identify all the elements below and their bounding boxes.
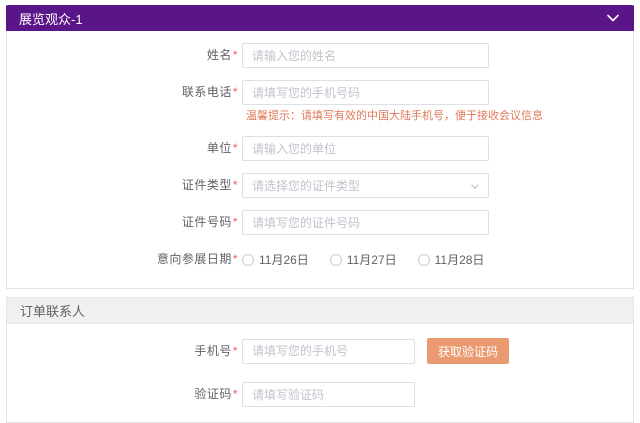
phone-input[interactable] — [242, 80, 489, 105]
visitor-section-header[interactable]: 展览观众-1 — [6, 5, 634, 31]
organization-label: 单位* — [7, 136, 242, 161]
id-type-select-placeholder: 请选择您的证件类型 — [252, 177, 360, 194]
phone-label: 联系电话* — [7, 80, 242, 105]
id-type-select[interactable]: 请选择您的证件类型 — [242, 173, 489, 198]
visit-date-option-3[interactable]: 11月28日 — [418, 251, 485, 268]
visitor-section-title: 展览观众-1 — [19, 9, 83, 28]
visitor-section-card: 展览观众-1 姓名* 联系电话* 温馨提示：请填写有效的中国大陆手机号，便于接收… — [6, 5, 634, 289]
radio-unchecked-icon — [242, 254, 254, 266]
required-mark: * — [233, 387, 238, 401]
required-mark: * — [233, 215, 238, 229]
get-verification-code-button[interactable]: 获取验证码 — [427, 338, 509, 364]
required-mark: * — [233, 252, 238, 266]
phone-hint-text: 温馨提示：请填写有效的中国大陆手机号，便于接收会议信息 — [246, 109, 543, 124]
mobile-row: 手机号* 获取验证码 — [7, 338, 633, 364]
order-contact-header: 订单联系人 — [7, 298, 633, 324]
captcha-label: 验证码* — [7, 382, 242, 407]
organization-row: 单位* — [7, 136, 633, 161]
phone-row: 联系电话* — [7, 80, 633, 105]
order-contact-form: 手机号* 获取验证码 验证码* — [7, 324, 633, 407]
visit-date-option-2[interactable]: 11月27日 — [330, 251, 397, 268]
required-mark: * — [233, 85, 238, 99]
phone-hint-row: 温馨提示：请填写有效的中国大陆手机号，便于接收会议信息 — [7, 109, 633, 124]
visit-date-row: 意向参展日期* 11月26日 11月27日 11月28日 — [7, 247, 633, 272]
radio-unchecked-icon — [330, 254, 342, 266]
select-caret-icon — [471, 181, 479, 189]
id-number-row: 证件号码* — [7, 210, 633, 235]
chevron-down-icon[interactable] — [605, 10, 621, 26]
id-type-row: 证件类型* 请选择您的证件类型 — [7, 173, 633, 198]
registration-page: 展览观众-1 姓名* 联系电话* 温馨提示：请填写有效的中国大陆手机号，便于接收… — [0, 0, 640, 414]
id-number-input[interactable] — [242, 210, 489, 235]
mobile-label: 手机号* — [7, 339, 242, 364]
id-number-label: 证件号码* — [7, 210, 242, 235]
organization-input[interactable] — [242, 136, 489, 161]
radio-unchecked-icon — [418, 254, 430, 266]
name-input[interactable] — [242, 43, 489, 68]
id-type-label: 证件类型* — [7, 173, 242, 198]
name-label: 姓名* — [7, 43, 242, 68]
name-row: 姓名* — [7, 43, 633, 68]
captcha-input[interactable] — [242, 382, 415, 407]
required-mark: * — [233, 344, 238, 358]
captcha-row: 验证码* — [7, 382, 633, 407]
required-mark: * — [233, 141, 238, 155]
order-contact-title: 订单联系人 — [20, 301, 85, 320]
order-contact-card: 订单联系人 手机号* 获取验证码 验证码* — [6, 297, 634, 423]
visit-date-option-1[interactable]: 11月26日 — [242, 251, 309, 268]
required-mark: * — [233, 48, 238, 62]
visitor-form: 姓名* 联系电话* 温馨提示：请填写有效的中国大陆手机号，便于接收会议信息 单位… — [7, 31, 633, 272]
visit-date-radio-group: 11月26日 11月27日 11月28日 — [242, 251, 484, 268]
required-mark: * — [233, 178, 238, 192]
visit-date-label: 意向参展日期* — [7, 247, 242, 272]
mobile-input[interactable] — [242, 339, 415, 364]
